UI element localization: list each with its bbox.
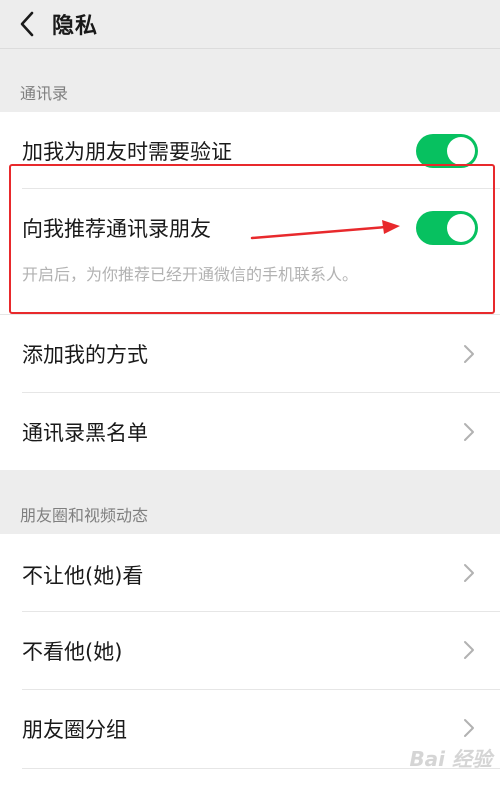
chevron-right-icon <box>464 719 474 737</box>
top-bar: 隐私 <box>0 0 500 48</box>
back-button[interactable] <box>0 0 54 48</box>
page-title: 隐私 <box>52 14 99 39</box>
section-title-contacts: 通讯录 <box>20 84 69 103</box>
chevron-right-icon <box>464 641 474 659</box>
toggle-knob <box>447 137 475 165</box>
verify-toggle[interactable] <box>416 134 478 168</box>
setting-verify-label: 加我为朋友时需要验证 <box>22 140 232 164</box>
chevron-left-icon <box>20 11 34 37</box>
setting-hide-from-label: 不让他(她)看 <box>22 564 144 588</box>
setting-dont-see-label: 不看他(她) <box>22 640 123 664</box>
setting-dont-see-row[interactable]: 不看他(她) <box>0 612 500 689</box>
setting-blacklist-label: 通讯录黑名单 <box>22 421 148 445</box>
annotation-arrow-icon <box>250 220 400 240</box>
setting-blacklist-row[interactable]: 通讯录黑名单 <box>0 393 500 470</box>
setting-groups-label: 朋友圈分组 <box>22 718 127 742</box>
baidu-watermark: Bai 经验 <box>409 747 492 771</box>
header-divider <box>0 48 500 49</box>
setting-add-method-row[interactable]: 添加我的方式 <box>0 315 500 391</box>
chevron-right-icon <box>464 564 474 582</box>
chevron-right-icon <box>464 423 474 441</box>
setting-hide-from-row[interactable]: 不让他(她)看 <box>0 534 500 611</box>
section-title-moments: 朋友圈和视频动态 <box>20 506 149 525</box>
setting-add-method-label: 添加我的方式 <box>22 343 148 367</box>
chevron-right-icon <box>464 345 474 363</box>
